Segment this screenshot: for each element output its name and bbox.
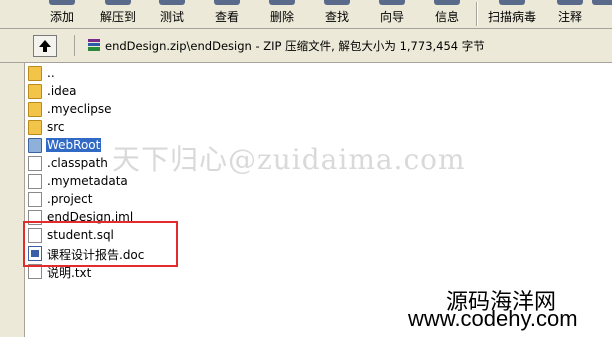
file-icon	[28, 174, 42, 189]
comment-icon	[557, 0, 583, 5]
view-button[interactable]: 查看	[205, 0, 249, 28]
folder-icon	[28, 102, 42, 117]
watermark-text: 天下归心@zuidaima.com	[112, 143, 466, 176]
virus-scan-button[interactable]: 扫描病毒	[484, 0, 540, 28]
info-button[interactable]: 信息	[425, 0, 469, 28]
find-button[interactable]: 查找	[315, 0, 359, 28]
info-icon	[434, 0, 460, 5]
folder-icon	[28, 120, 42, 135]
test-icon	[159, 0, 185, 5]
brand-url: www.codehy.com	[408, 306, 578, 331]
add-icon	[49, 0, 75, 5]
toolbar: 添加 解压到 测试 查看 删除 查找 向导 信息 扫描病毒 注释	[0, 0, 612, 29]
add-button[interactable]: 添加	[40, 0, 84, 28]
wizard-icon	[379, 0, 405, 5]
address-path: endDesign.zip\endDesign - ZIP 压缩文件, 解包大小…	[105, 39, 485, 53]
extract-icon	[105, 0, 131, 5]
find-icon	[324, 0, 350, 5]
folder-icon	[28, 84, 42, 99]
more-button[interactable]	[592, 0, 612, 28]
file-icon	[28, 156, 42, 171]
extract-button[interactable]: 解压到	[94, 0, 142, 28]
virus-scan-icon	[499, 0, 525, 5]
up-arrow-icon	[39, 40, 51, 52]
toolbar-separator	[476, 2, 478, 26]
view-icon	[214, 0, 240, 5]
file-icon	[28, 192, 42, 207]
left-frame	[0, 63, 25, 337]
more-icon	[592, 0, 612, 5]
test-button[interactable]: 测试	[150, 0, 194, 28]
up-folder-button[interactable]	[33, 35, 57, 57]
folder-icon	[28, 66, 42, 81]
archive-icon	[88, 39, 100, 51]
wizard-button[interactable]: 向导	[370, 0, 414, 28]
delete-button[interactable]: 删除	[260, 0, 304, 28]
folder-icon	[28, 138, 42, 153]
delete-icon	[269, 0, 295, 5]
address-bar: endDesign.zip\endDesign - ZIP 压缩文件, 解包大小…	[0, 29, 612, 63]
highlight-box	[23, 221, 178, 267]
address-field[interactable]: endDesign.zip\endDesign - ZIP 压缩文件, 解包大小…	[74, 35, 605, 56]
comment-button[interactable]: 注释	[548, 0, 592, 28]
